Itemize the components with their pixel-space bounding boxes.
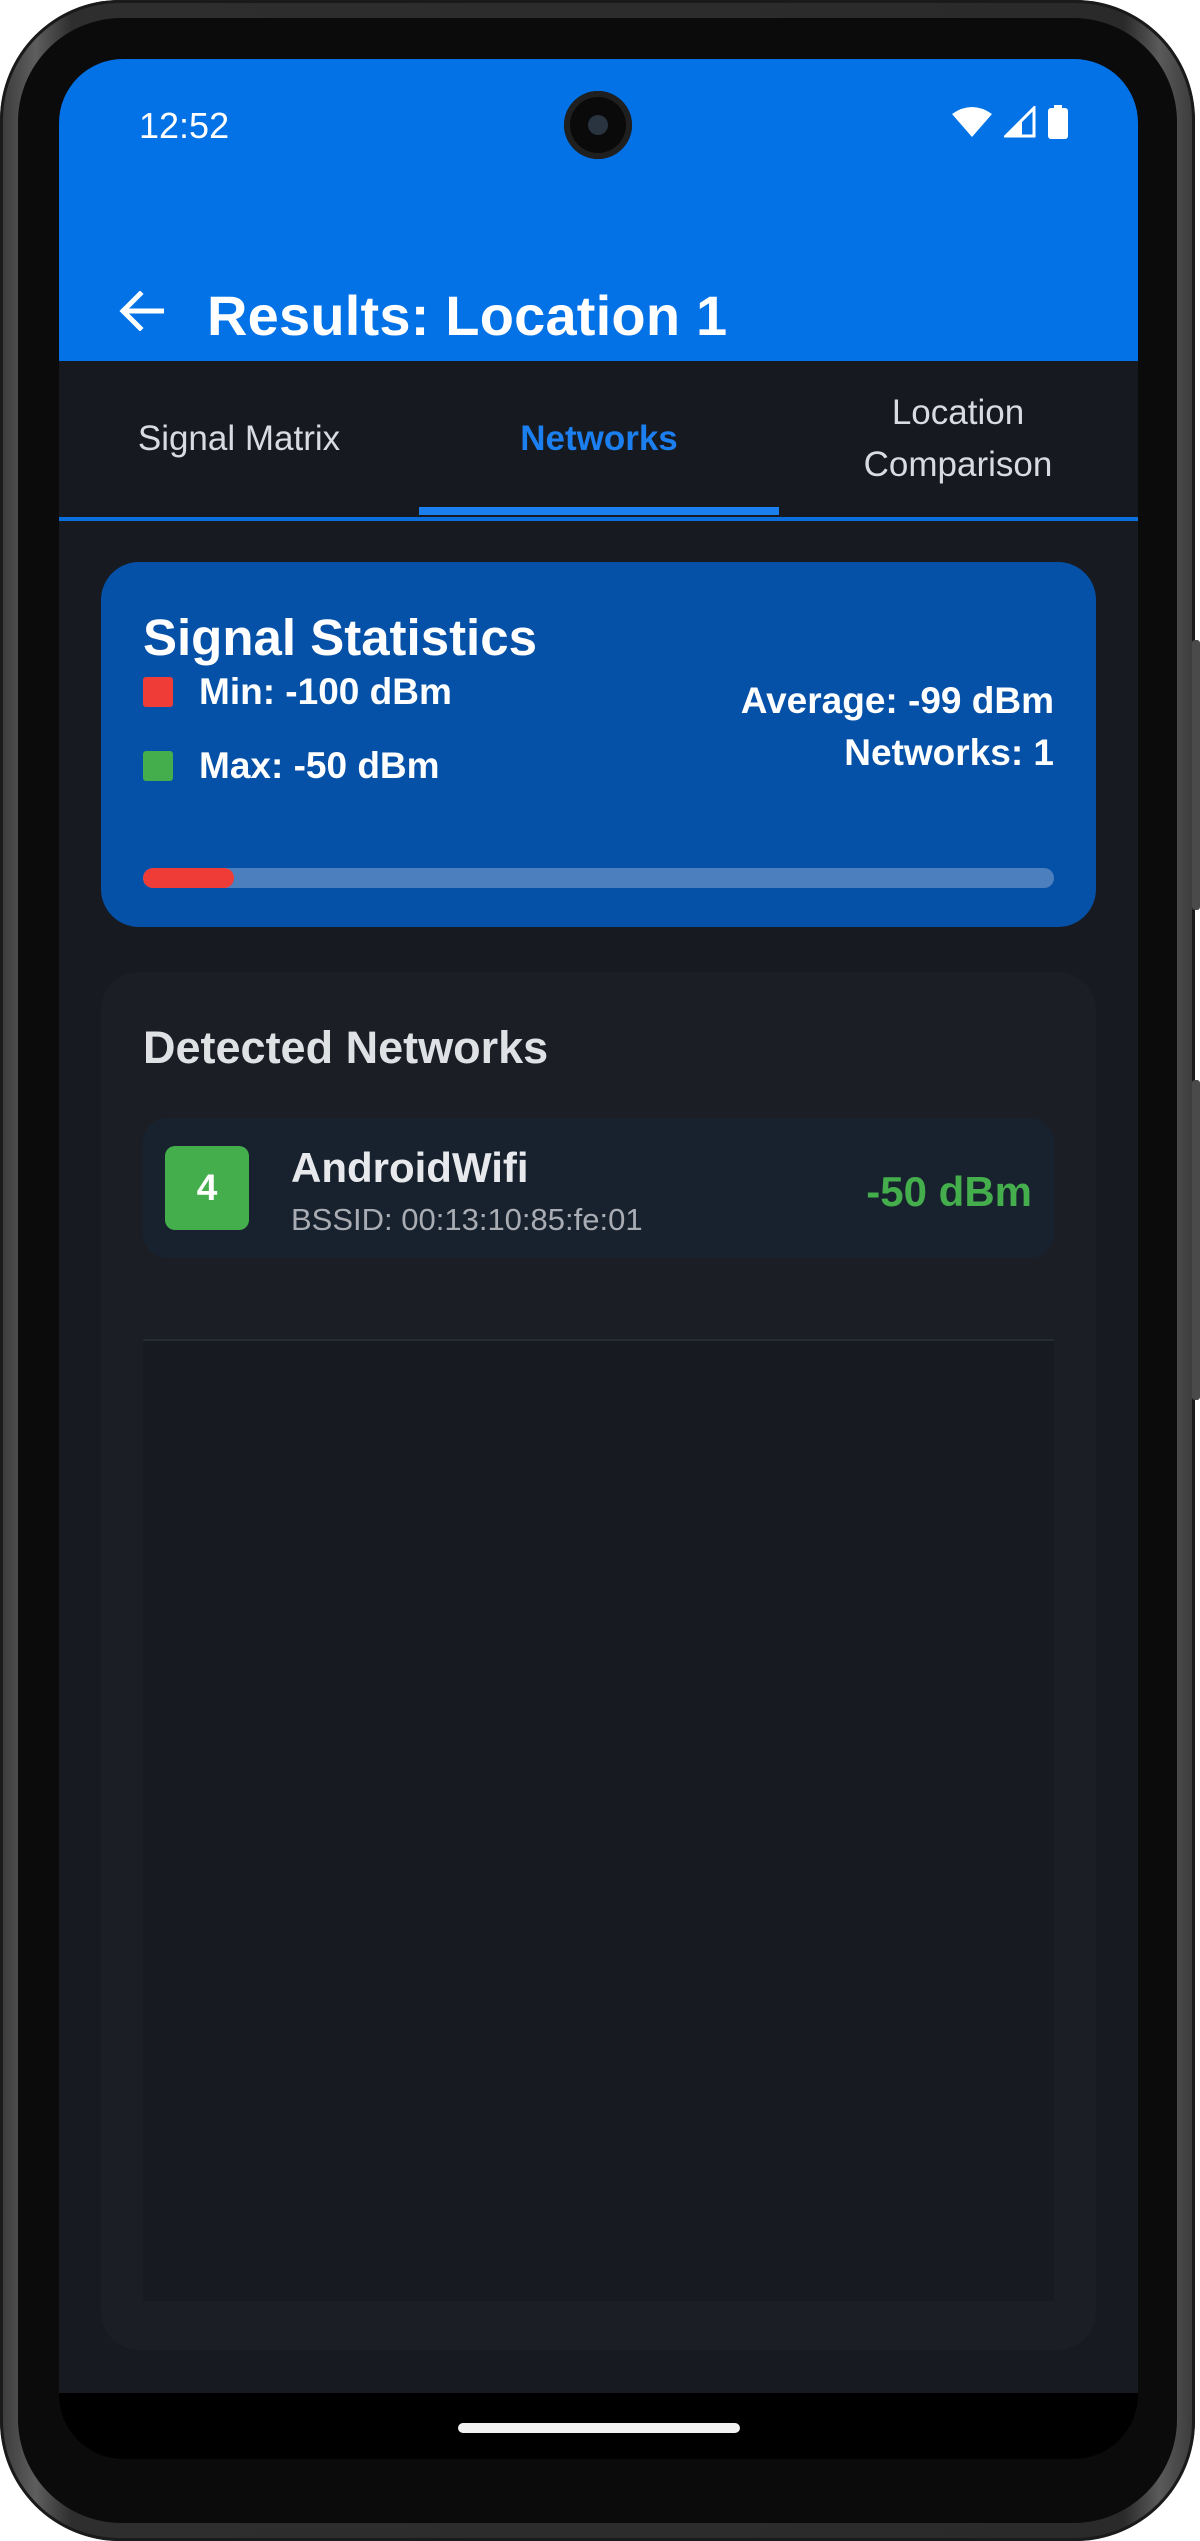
front-camera bbox=[564, 91, 632, 159]
channel-badge: 4 bbox=[165, 1146, 249, 1230]
signal-statistics-title: Signal Statistics bbox=[143, 609, 537, 666]
power-button bbox=[1192, 640, 1200, 910]
tab-label: Location Comparison bbox=[863, 393, 1053, 484]
legend-min: Min: -100 dBm bbox=[143, 671, 452, 712]
signal-strength-bar bbox=[143, 868, 1054, 888]
tab-bar: Signal Matrix Networks Location Comparis… bbox=[59, 361, 1138, 521]
status-icons bbox=[952, 103, 1068, 144]
network-list-area[interactable] bbox=[143, 1341, 1054, 2301]
tab-label: Signal Matrix bbox=[137, 419, 341, 458]
networks-count-label: Networks: 1 bbox=[844, 732, 1054, 773]
tab-signal-matrix[interactable]: Signal Matrix bbox=[59, 361, 419, 517]
home-gesture-handle[interactable] bbox=[458, 2423, 740, 2433]
detected-networks-card: Detected Networks 4 AndroidWifi BSSID: 0… bbox=[101, 972, 1096, 2350]
volume-button bbox=[1192, 1080, 1200, 1400]
status-time: 12:52 bbox=[139, 105, 230, 146]
signal-statistics-card: Signal Statistics Min: -100 dBm Max: -50… bbox=[101, 562, 1096, 927]
max-swatch bbox=[143, 751, 173, 781]
tab-networks[interactable]: Networks bbox=[419, 361, 779, 517]
detected-networks-title: Detected Networks bbox=[143, 1022, 549, 1073]
tab-label: Networks bbox=[520, 419, 678, 458]
wifi-icon bbox=[952, 106, 992, 143]
network-rssi: -50 dBm bbox=[866, 1168, 1032, 1215]
min-swatch bbox=[143, 677, 173, 707]
tab-location-comparison[interactable]: Location Comparison bbox=[778, 361, 1138, 517]
arrow-back-icon bbox=[118, 289, 165, 336]
average-label: Average: -99 dBm bbox=[740, 680, 1054, 721]
cellular-signal-icon bbox=[1002, 103, 1036, 143]
back-button[interactable] bbox=[105, 277, 177, 349]
active-tab-indicator bbox=[419, 507, 779, 515]
network-list-item[interactable]: 4 AndroidWifi BSSID: 00:13:10:85:fe:01 -… bbox=[143, 1118, 1054, 1258]
network-ssid: AndroidWifi bbox=[291, 1144, 529, 1191]
max-label: Max: -50 dBm bbox=[199, 745, 440, 786]
network-bssid: BSSID: 00:13:10:85:fe:01 bbox=[291, 1202, 643, 1237]
page-title: Results: Location 1 bbox=[207, 284, 728, 347]
app-bar: 12:52 Results: Location 1 bbox=[59, 59, 1138, 361]
screen: 12:52 Results: Location 1 Signal Matrix … bbox=[59, 59, 1138, 2459]
battery-icon bbox=[1048, 104, 1068, 144]
legend-max: Max: -50 dBm bbox=[143, 745, 440, 786]
min-label: Min: -100 dBm bbox=[199, 671, 452, 712]
signal-strength-bar-fill bbox=[143, 868, 235, 888]
